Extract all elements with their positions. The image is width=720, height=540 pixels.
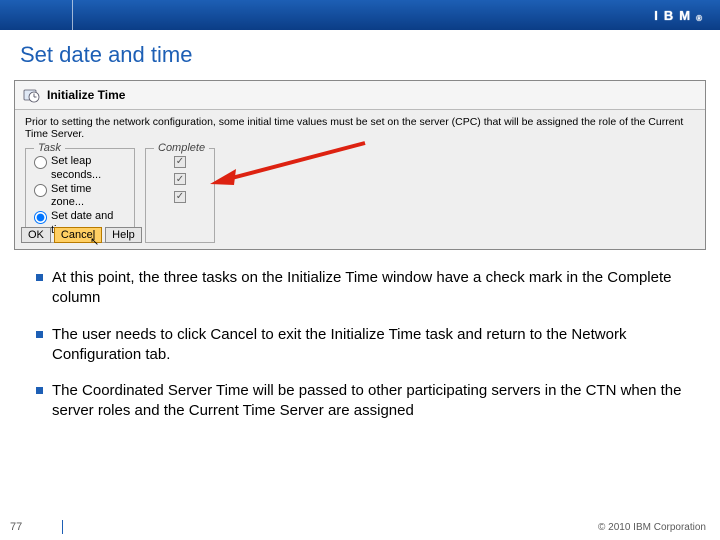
cursor-icon: ↖ [90,235,99,248]
bullet-item: The user needs to click Cancel to exit t… [36,325,684,366]
clock-icon [21,85,41,105]
top-banner: IBM® [0,0,720,30]
ok-button[interactable]: OK [21,227,51,243]
task-legend: Task [34,142,65,154]
radio-date-time[interactable] [34,211,47,224]
radio-time-zone[interactable] [34,184,47,197]
registered-mark: ® [696,14,702,23]
window-description: Prior to setting the network configurati… [25,116,695,140]
window-title: Initialize Time [47,88,125,102]
task-label: Set time zone... [51,183,126,211]
help-button[interactable]: Help [105,227,142,243]
initialize-time-window: Initialize Time Prior to setting the net… [14,80,706,250]
banner-divider [72,0,73,30]
task-set-leap-seconds[interactable]: Set leap seconds... [34,155,126,183]
page-number: 77 [10,521,22,533]
check-icon: ✓ [174,156,186,168]
task-set-time-zone[interactable]: Set time zone... [34,183,126,211]
complete-legend: Complete [154,142,209,154]
check-icon: ✓ [174,173,186,185]
bullet-item: The Coordinated Server Time will be pass… [36,381,684,422]
ibm-logo-text: IBM [654,8,696,23]
cancel-button[interactable]: Cancel ↖ [54,227,102,243]
bullet-list: At this point, the three tasks on the In… [0,250,720,422]
ibm-logo: IBM® [654,8,702,23]
footer: 77 © 2010 IBM Corporation [0,514,720,540]
radio-leap-seconds[interactable] [34,156,47,169]
footer-divider [62,520,63,534]
page-title: Set date and time [0,30,720,76]
window-buttons: OK Cancel ↖ Help [21,227,142,243]
bullet-item: At this point, the three tasks on the In… [36,268,684,309]
complete-fieldset: Complete ✓ ✓ ✓ [145,148,215,243]
window-titlebar: Initialize Time [15,81,705,110]
footer-left: 77 [10,520,63,534]
copyright: © 2010 IBM Corporation [598,522,706,533]
check-icon: ✓ [174,191,186,203]
task-label: Set leap seconds... [51,155,126,183]
